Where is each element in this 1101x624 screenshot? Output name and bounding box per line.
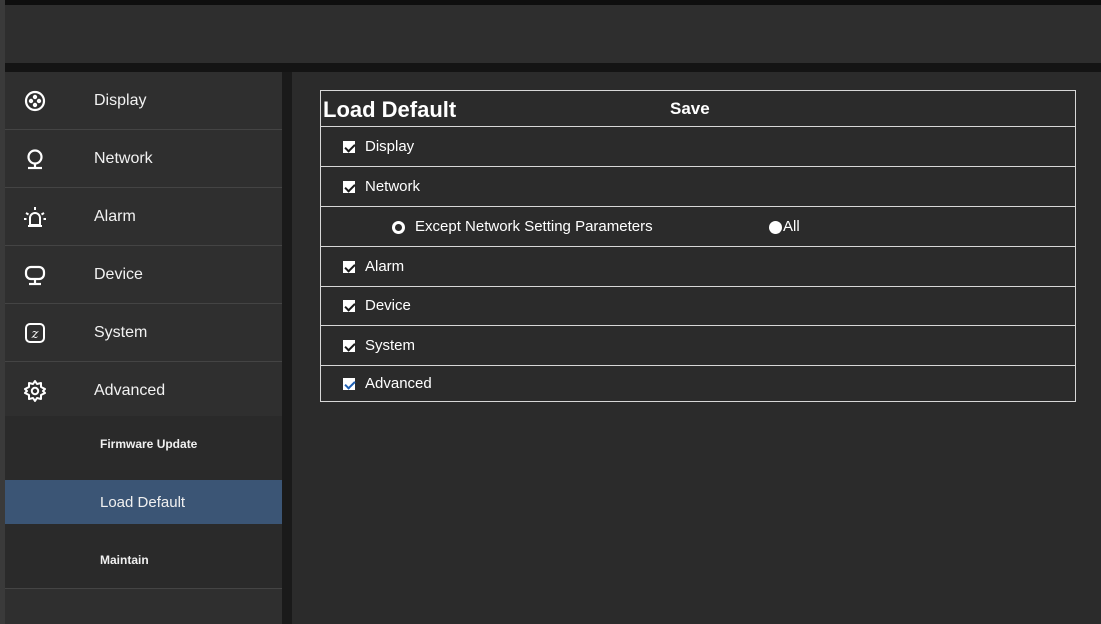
submenu-item-maintain[interactable]: Maintain	[5, 538, 282, 582]
radio-label: All	[783, 218, 800, 235]
option-label: Network	[365, 178, 421, 195]
sidebar-divider	[5, 588, 282, 589]
system-checkbox[interactable]	[343, 340, 355, 352]
header-separator	[0, 63, 1101, 72]
all-radio[interactable]	[769, 221, 782, 234]
alarm-checkbox[interactable]	[343, 261, 355, 273]
submenu-item-firmware-update[interactable]: Firmware Update	[5, 422, 282, 466]
display-checkbox[interactable]	[343, 141, 355, 153]
gear-icon	[24, 379, 46, 402]
device-icon	[24, 265, 46, 285]
main-content: Load Default Save Display Network Except…	[292, 72, 1101, 624]
sidebar-item-system[interactable]: z System	[5, 304, 282, 362]
network-checkbox[interactable]	[343, 181, 355, 193]
option-row-display: Display	[321, 128, 1075, 167]
sidebar-item-display[interactable]: Display	[5, 72, 282, 130]
system-icon: z	[25, 322, 45, 343]
page-title: Load Default	[323, 97, 457, 122]
option-row-system: System	[321, 327, 1075, 366]
option-row-advanced: Advanced	[321, 365, 1075, 404]
advanced-submenu: Firmware Update Load Default Maintain	[5, 416, 282, 588]
option-label: System	[365, 337, 416, 354]
submenu-item-label: Load Default	[100, 493, 186, 511]
submenu-item-label: Firmware Update	[100, 437, 198, 451]
sidebar-item-device[interactable]: Device	[5, 246, 282, 304]
option-row-network: Network	[321, 168, 1075, 207]
sidebar-item-network[interactable]: Network	[5, 130, 282, 188]
sidebar-item-label: Network	[94, 149, 153, 167]
option-label: Display	[365, 138, 415, 155]
sidebar-item-advanced[interactable]: Advanced	[5, 362, 282, 420]
sidebar-item-label: Advanced	[94, 381, 166, 399]
sidebar: Display Network Alarm Device z System Ad…	[5, 72, 282, 624]
option-label: Device	[365, 297, 411, 314]
panel-header: Load Default Save	[321, 91, 1075, 127]
top-header-bar	[5, 5, 1101, 63]
except-network-radio[interactable]	[392, 221, 405, 234]
option-label: Alarm	[365, 258, 405, 275]
sidebar-item-label: Alarm	[94, 207, 136, 225]
network-icon	[27, 148, 43, 169]
display-icon	[24, 90, 46, 111]
network-options-row: Except Network Setting Parameters All	[321, 208, 1075, 247]
svg-text:z: z	[31, 327, 39, 342]
sidebar-item-alarm[interactable]: Alarm	[5, 188, 282, 246]
sidebar-item-label: Device	[94, 265, 143, 283]
sidebar-item-label: System	[94, 323, 148, 341]
radio-label: Except Network Setting Parameters	[415, 218, 653, 235]
alarm-icon	[24, 206, 46, 227]
submenu-item-load-default[interactable]: Load Default	[5, 480, 282, 524]
option-row-device: Device	[321, 287, 1075, 326]
advanced-checkbox[interactable]	[343, 378, 355, 390]
option-row-alarm: Alarm	[321, 248, 1075, 287]
sidebar-item-label: Display	[94, 91, 147, 109]
panel-divider	[282, 72, 292, 624]
option-label: Advanced	[365, 375, 432, 392]
device-checkbox[interactable]	[343, 300, 355, 312]
save-button[interactable]: Save	[670, 99, 710, 119]
load-default-panel: Load Default Save Display Network Except…	[320, 90, 1076, 402]
submenu-item-label: Maintain	[100, 553, 149, 567]
